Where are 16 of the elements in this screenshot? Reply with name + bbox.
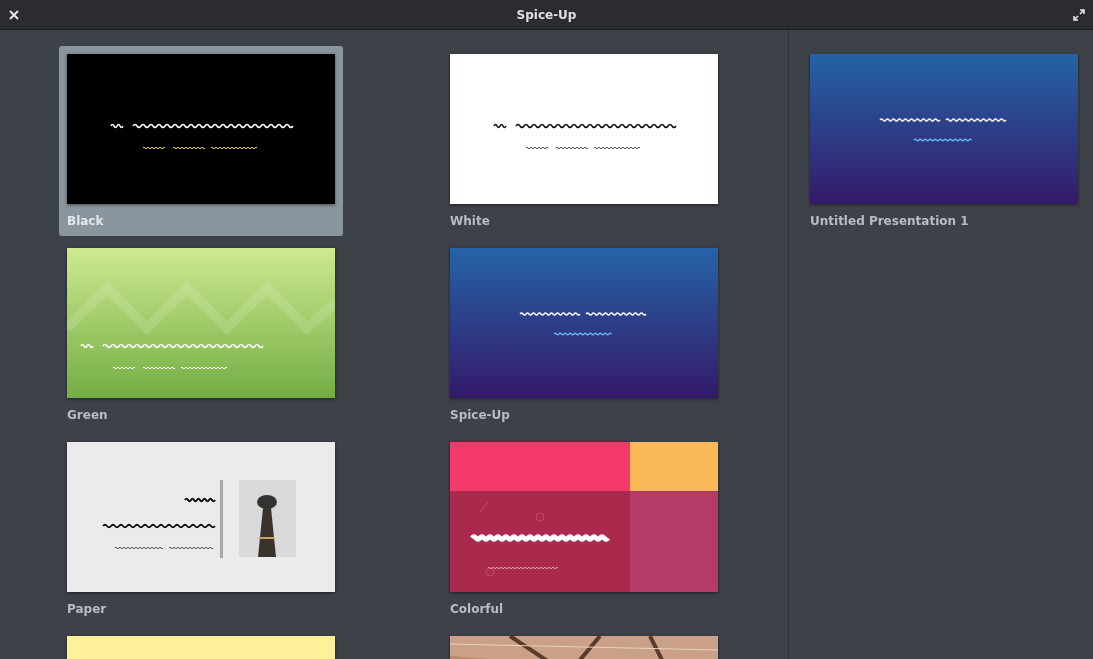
close-icon[interactable]: [8, 8, 20, 21]
template-name: Paper: [67, 602, 107, 616]
template-name: Green: [67, 408, 108, 422]
template-name: Black: [67, 214, 104, 228]
template-card[interactable]: Paper: [59, 434, 343, 624]
maximize-icon[interactable]: [1073, 8, 1085, 21]
template-card[interactable]: White: [442, 46, 726, 236]
template-card[interactable]: Green: [59, 240, 343, 430]
template-card[interactable]: Untitled Presentation 1: [802, 46, 1093, 236]
template-card[interactable]: Colorful: [442, 434, 726, 624]
template-card[interactable]: Spice-Up: [442, 240, 726, 430]
template-name: Untitled Presentation 1: [810, 214, 969, 228]
template-name: White: [450, 214, 490, 228]
window-title: Spice-Up: [516, 7, 577, 22]
template-name: Spice-Up: [450, 408, 510, 422]
template-name: Colorful: [450, 602, 504, 616]
